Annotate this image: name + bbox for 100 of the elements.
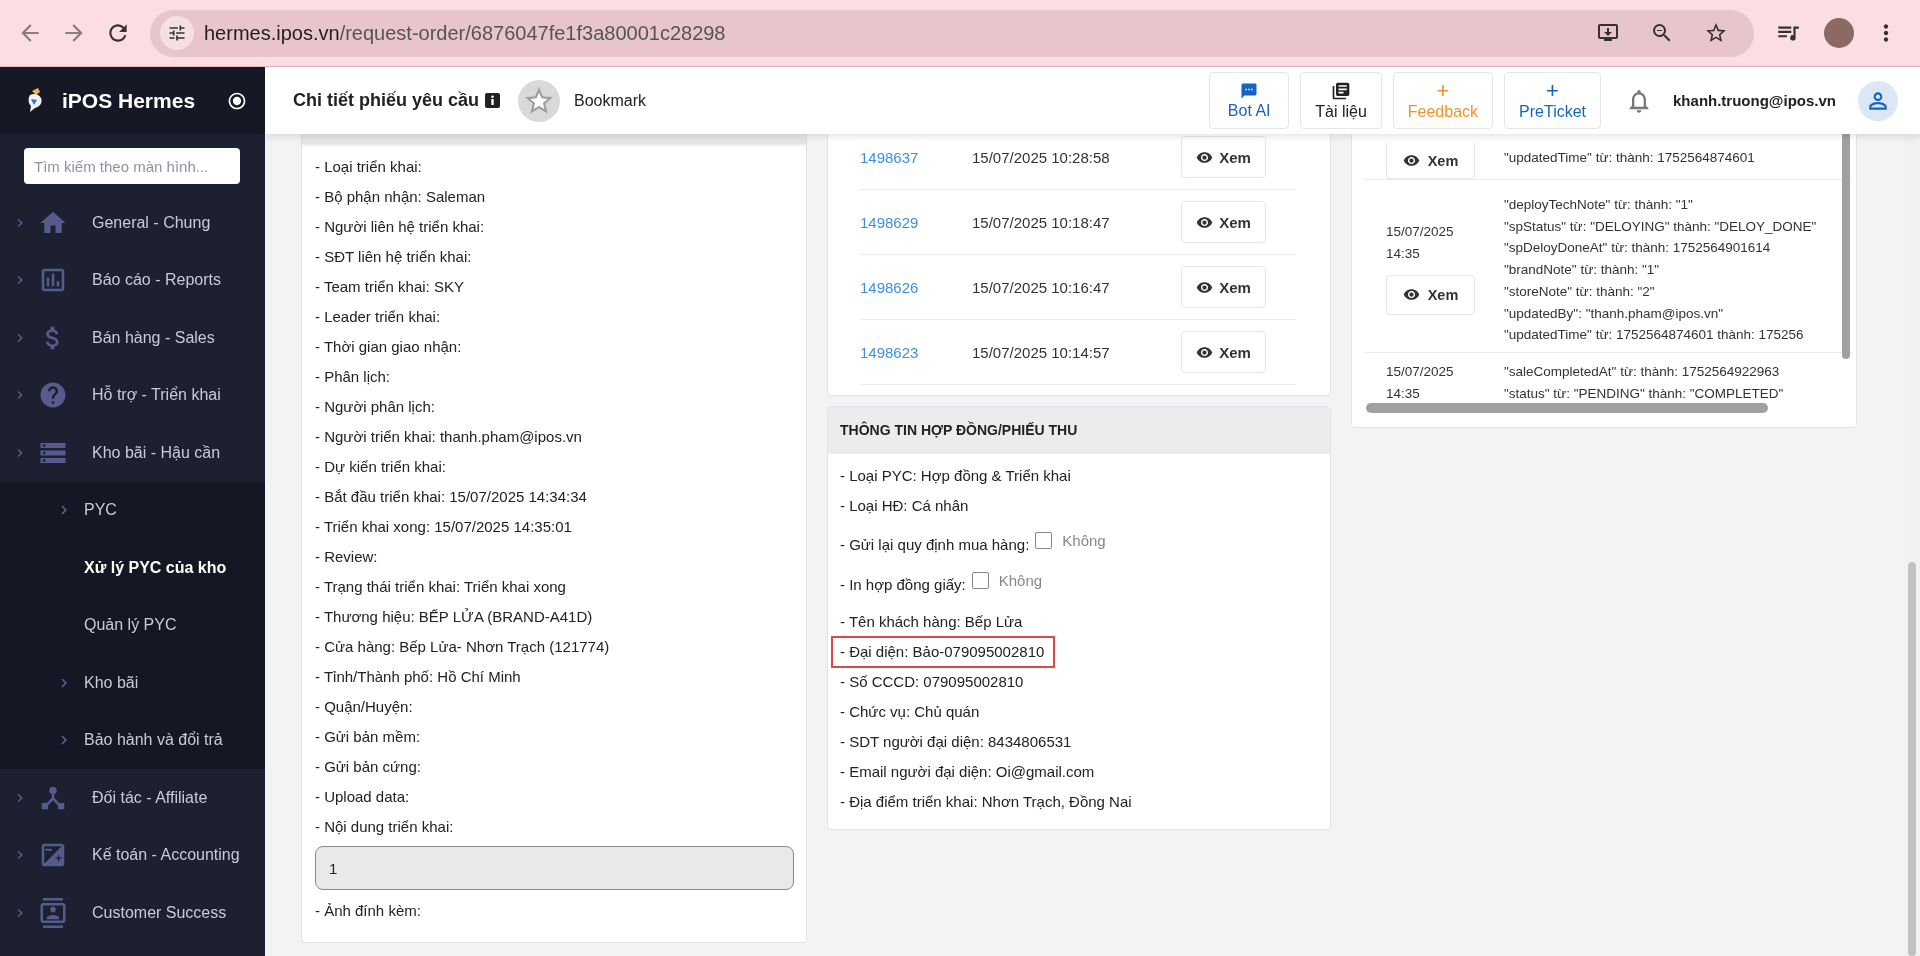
info-line: - Loại triển khai: <box>314 157 423 177</box>
timestamp: 15/07/2025 10:16:47 <box>972 278 1111 296</box>
sidebar-label: Kế toán - Accounting <box>92 846 240 865</box>
submenu-item[interactable]: Kho bãi <box>0 654 265 712</box>
address-bar[interactable]: hermes.ipos.vn/request-order/6876047fe1f3a80001c28298 <box>150 9 1754 57</box>
sidebar-item[interactable]: Kho bãi - Hậu cần <box>0 424 265 482</box>
timestamp: 15/07/2025 10:28:58 <box>972 148 1111 166</box>
change-entry: "updatedBy": "thanh.pham@ipos.vn" <box>1504 304 1724 323</box>
bookmark-label: Bookmark <box>574 91 648 110</box>
info-line: - Thời gian giao nhận: <box>314 337 463 357</box>
change-date: 15/07/2025 <box>1386 222 1455 241</box>
highlighted-info-line: - Đại diện: Bảo-079095002810 <box>832 637 1055 667</box>
info-line: - Upload data: <box>314 787 411 807</box>
info-line: - Thương hiệu: BẾP LỬA (BRAND-A41D) <box>314 607 594 627</box>
submenu-item[interactable]: Quản lý PYC <box>0 596 265 654</box>
eye-icon <box>1402 152 1420 169</box>
change-entry: "saleCompletedAt" từ: thành: 1752564922963 <box>1504 362 1781 381</box>
star-icon[interactable] <box>1704 21 1728 45</box>
info-line: - Người phân lịch: <box>314 397 436 417</box>
sidebar-item[interactable]: Customer Success <box>0 884 265 942</box>
toolbar-button[interactable]: Bot AI <box>1209 72 1290 129</box>
change-time: 14:35 <box>1386 384 1421 403</box>
sidebar-label: General - Chung <box>92 213 211 232</box>
sidebar-item[interactable]: Kế toán - Accounting <box>0 826 265 884</box>
sidebar-item[interactable]: Báo cáo - Reports <box>0 251 265 309</box>
info-line: - SĐT liên hệ triển khai: <box>314 247 473 267</box>
info-line: - Email người đại diện: Oi@gmail.com <box>840 762 1096 782</box>
change-entry: "deployTechNote" từ: thành: "1" <box>1504 196 1694 214</box>
view-button[interactable]: Xem <box>1181 331 1266 373</box>
content-field[interactable]: 1 <box>315 846 794 890</box>
change-entry: "status" từ: "PENDING" thành: "COMPLETED" <box>1504 384 1785 403</box>
change-entry: "storeNote" từ: thành: "2" <box>1504 282 1656 301</box>
view-button[interactable]: Xem <box>1386 274 1475 315</box>
info-line: - Quận/Huyện: <box>314 697 414 717</box>
change-entry: "updatedTime" từ: thành: 1752564874601 <box>1504 149 1756 168</box>
sidebar-label: Bán hàng - Sales <box>92 328 215 347</box>
view-button[interactable]: Xem <box>1386 143 1475 179</box>
user-avatar[interactable] <box>1858 80 1898 121</box>
info-line: - Review: <box>314 547 379 567</box>
timestamp: 15/07/2025 10:14:57 <box>972 343 1111 361</box>
toolbar-button[interactable]: Tài liệu <box>1300 72 1382 129</box>
info-line: - Nội dung triển khai: <box>314 817 455 837</box>
scrollbar[interactable] <box>1842 134 1850 359</box>
submenu-label: PYC <box>84 501 117 520</box>
info-line: - Gửi bản mềm: <box>314 727 422 747</box>
info-line: - Loại HĐ: Cá nhân <box>840 496 970 516</box>
checkbox-value: Không <box>998 571 1043 589</box>
timestamp: 15/07/2025 10:18:47 <box>972 213 1111 231</box>
site-settings-icon[interactable] <box>167 23 187 43</box>
view-button[interactable]: Xem <box>1181 136 1266 178</box>
toolbar-button[interactable]: + PreTicket <box>1504 72 1602 129</box>
info-line: - Dự kiến triển khai: <box>314 457 447 477</box>
view-button[interactable]: Xem <box>1181 201 1266 243</box>
app-title: iPOS Hermes <box>62 88 197 113</box>
change-entry: "brandNote" từ: thành: "1" <box>1504 261 1661 280</box>
info-icon[interactable] <box>485 93 501 108</box>
scrollbar[interactable] <box>1908 562 1916 956</box>
target-icon[interactable] <box>227 90 247 111</box>
profile-avatar[interactable] <box>1824 18 1854 48</box>
change-entry: "spStatus" từ: "DELOYING" thành: "DELOY_DONE" <box>1504 217 1818 236</box>
info-line: - Leader triển khai: <box>314 307 442 327</box>
sidebar-item[interactable]: General - Chung <box>0 194 265 252</box>
info-line: - Tên khách hàng: Bếp Lửa <box>840 612 1024 632</box>
sidebar-item[interactable]: Hỗ trợ - Triển khai <box>0 366 265 424</box>
change-time: 14:35 <box>1386 244 1421 263</box>
checkbox[interactable] <box>1035 531 1053 549</box>
sidebar-label: Báo cáo - Reports <box>92 271 221 290</box>
info-line: - Gửi bản cứng: <box>314 757 422 777</box>
change-entry: "spDeloyDoneAt" từ: thành: 1752564901614 <box>1504 239 1772 258</box>
info-line: - Số CCCD: 079095002810 <box>840 672 1025 692</box>
info-line: - Bắt đầu triển khai: 15/07/2025 14:34:34 <box>314 487 588 507</box>
info-line: - SDT người đại diện: 8434806531 <box>840 732 1073 752</box>
search-field[interactable]: Tìm kiếm theo màn hình... <box>24 148 240 184</box>
url-text: hermes.ipos.vn/request-order/6876047fe1f3a80001c28298 <box>204 21 727 45</box>
checkbox[interactable] <box>971 571 989 589</box>
submenu-item[interactable]: PYC <box>0 481 265 539</box>
sidebar-label: Hỗ trợ - Triển khai <box>92 386 221 405</box>
submenu-item[interactable]: Bảo hành và đổi trả <box>0 711 265 769</box>
submenu-label: Quản lý PYC <box>84 616 177 635</box>
checkbox-label: - Gửi lại quy định mua hàng: <box>840 535 1030 553</box>
info-line: - Trạng thái triển khai: Triển khai xong <box>314 577 567 597</box>
info-line: - Người triển khai: thanh.pham@ipos.vn <box>314 427 583 447</box>
info-line: - Địa điểm triển khai: Nhơn Trạch, Đồng Nai <box>840 792 1133 812</box>
user-email: khanh.truong@ipos.vn <box>1673 92 1836 109</box>
contact-card-icon <box>38 897 68 928</box>
sidebar-label: Đối tác - Affiliate <box>92 788 208 807</box>
sidebar-item[interactable]: Bán hàng - Sales <box>0 309 265 367</box>
submenu-label: Bảo hành và đổi trả <box>84 731 223 750</box>
view-button[interactable]: Xem <box>1181 266 1266 308</box>
info-line: - Ảnh đính kèm: <box>314 901 422 921</box>
checkbox-label: - In hợp đồng giấy: <box>840 575 966 593</box>
page-title: Chi tiết phiếu yêu cầu <box>293 90 480 111</box>
change-date: 15/07/2025 <box>1386 362 1455 381</box>
submenu-label: Kho bãi <box>84 673 139 692</box>
chat-icon <box>1240 81 1259 100</box>
submenu-label: Xử lý PYC của kho <box>84 558 227 577</box>
scrollbar[interactable] <box>1366 403 1768 413</box>
info-line: - Phân lịch: <box>314 367 392 387</box>
submenu-item[interactable]: Xử lý PYC của kho <box>0 539 265 597</box>
sidebar-item[interactable]: Đối tác - Affiliate <box>0 769 265 827</box>
